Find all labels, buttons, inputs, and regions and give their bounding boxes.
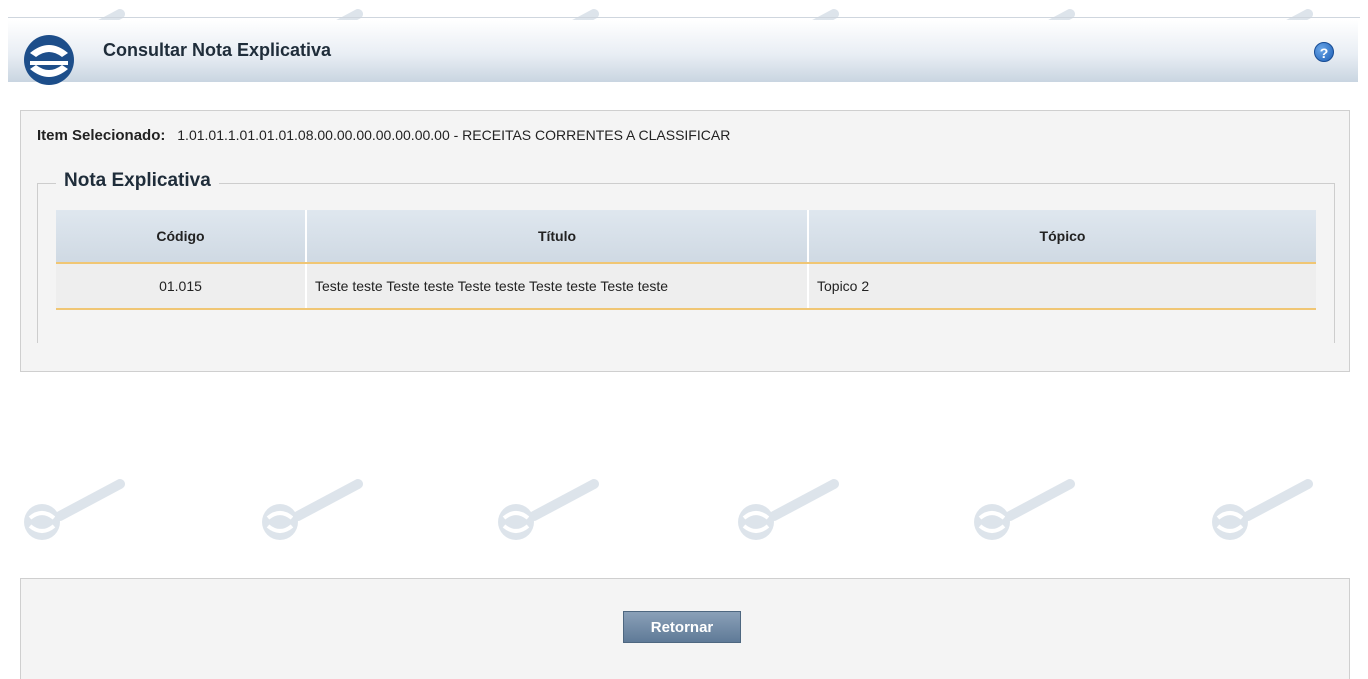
siafi-watermark-icon <box>494 476 604 546</box>
title-bar: Consultar Nota Explicativa ? <box>8 20 1358 85</box>
column-header-codigo[interactable]: Código <box>56 210 307 264</box>
fieldset-legend: Nota Explicativa <box>56 170 219 192</box>
table-header-row: Código Título Tópico <box>56 210 1316 264</box>
nota-explicativa-fieldset: Nota Explicativa Código Título Tópico 01… <box>37 170 1335 343</box>
selected-item-label: Item Selecionado: <box>37 127 166 144</box>
siafi-watermark-icon <box>1208 476 1318 546</box>
column-header-titulo[interactable]: Título <box>306 210 809 264</box>
cell-topico: Topico 2 <box>808 263 1316 310</box>
selected-item: Item Selecionado: 1.01.01.1.01.01.01.08.… <box>37 127 730 144</box>
siafi-logo-icon <box>22 33 76 87</box>
page-title: Consultar Nota Explicativa <box>103 40 332 60</box>
nota-table: Código Título Tópico 01.015 Teste teste … <box>56 210 1316 310</box>
help-icon[interactable]: ? <box>1314 42 1334 62</box>
cell-codigo: 01.015 <box>56 263 307 310</box>
return-button[interactable]: Retornar <box>623 611 741 643</box>
main-panel: Item Selecionado: 1.01.01.1.01.01.01.08.… <box>20 110 1350 372</box>
siafi-watermark-icon <box>258 476 368 546</box>
siafi-watermark-icon <box>20 476 130 546</box>
top-divider <box>8 17 1360 18</box>
table-row[interactable]: 01.015 Teste teste Teste teste Teste tes… <box>56 263 1316 310</box>
siafi-watermark-icon <box>734 476 844 546</box>
footer-panel: Retornar <box>20 578 1350 679</box>
selected-item-value: 1.01.01.1.01.01.01.08.00.00.00.00.00.00.… <box>177 127 731 143</box>
cell-titulo: Teste teste Teste teste Teste teste Test… <box>306 263 809 310</box>
top-strip <box>0 0 1368 18</box>
siafi-watermark-icon <box>970 476 1080 546</box>
column-header-topico[interactable]: Tópico <box>808 210 1316 264</box>
